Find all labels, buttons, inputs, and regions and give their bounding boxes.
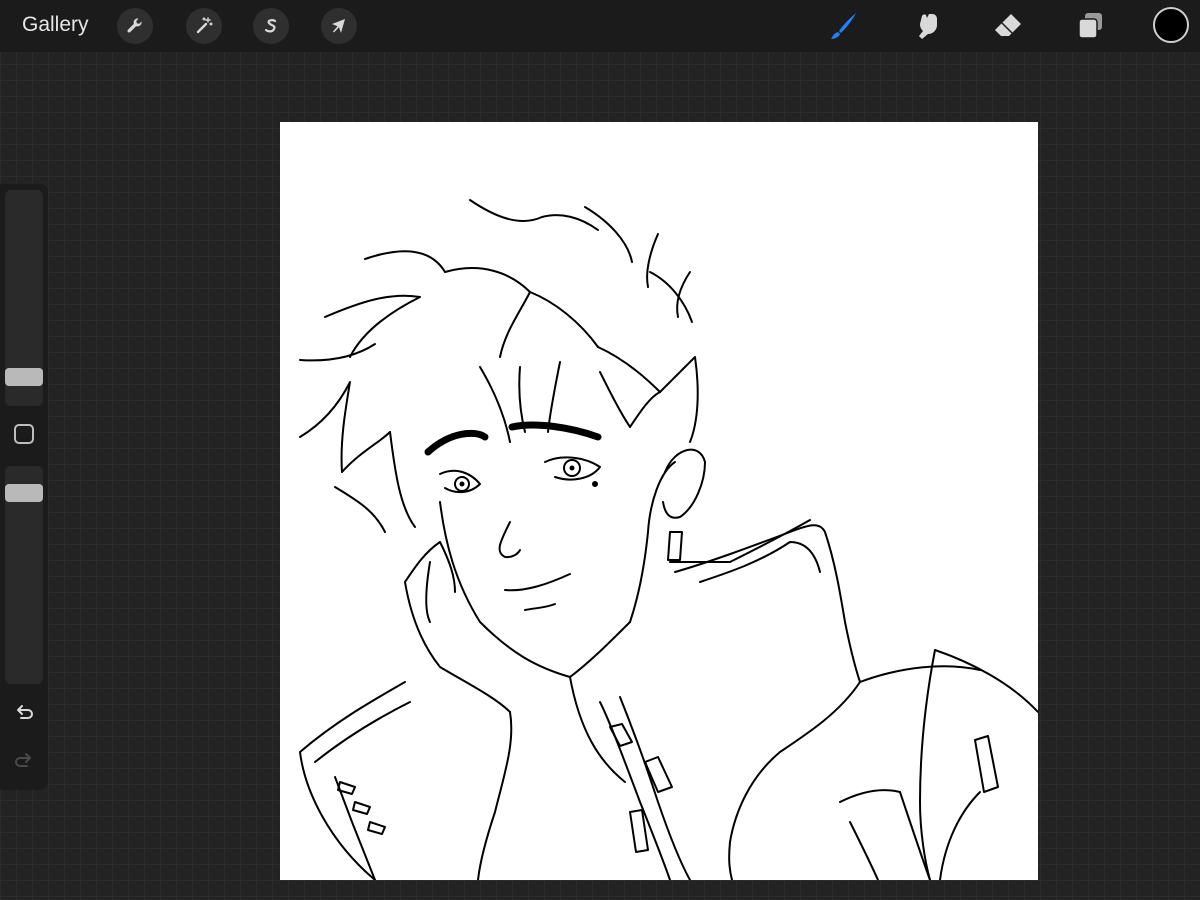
brush-size-slider-thumb[interactable] (5, 368, 43, 386)
redo-icon (15, 753, 31, 767)
color-picker-button[interactable] (1153, 7, 1189, 43)
layers-button[interactable] (1072, 8, 1108, 44)
eraser-icon (995, 14, 1021, 36)
brush-icon (831, 13, 856, 39)
magic-wand-icon (196, 17, 213, 34)
transform-button[interactable] (321, 8, 357, 44)
arrow-cursor-icon (332, 19, 345, 33)
brush-button[interactable] (826, 8, 862, 44)
undo-button[interactable] (12, 700, 36, 724)
eraser-button[interactable] (990, 8, 1026, 44)
line-art-drawing (299, 199, 1038, 880)
selection-button[interactable] (253, 8, 289, 44)
drawing-canvas[interactable] (280, 122, 1038, 880)
layers-icon (1078, 13, 1102, 39)
smudge-finger-icon (919, 14, 937, 39)
gallery-button[interactable]: Gallery (22, 13, 89, 37)
opacity-slider-thumb[interactable] (5, 484, 43, 502)
redo-button[interactable] (12, 748, 36, 772)
wrench-icon (127, 18, 142, 33)
selection-s-icon (264, 19, 277, 33)
undo-icon (17, 705, 33, 719)
modify-button[interactable] (14, 424, 34, 444)
top-toolbar: Gallery (0, 0, 1200, 52)
actions-button[interactable] (117, 8, 153, 44)
left-sidebar (0, 184, 48, 790)
adjustments-button[interactable] (186, 8, 222, 44)
smudge-button[interactable] (908, 8, 944, 44)
